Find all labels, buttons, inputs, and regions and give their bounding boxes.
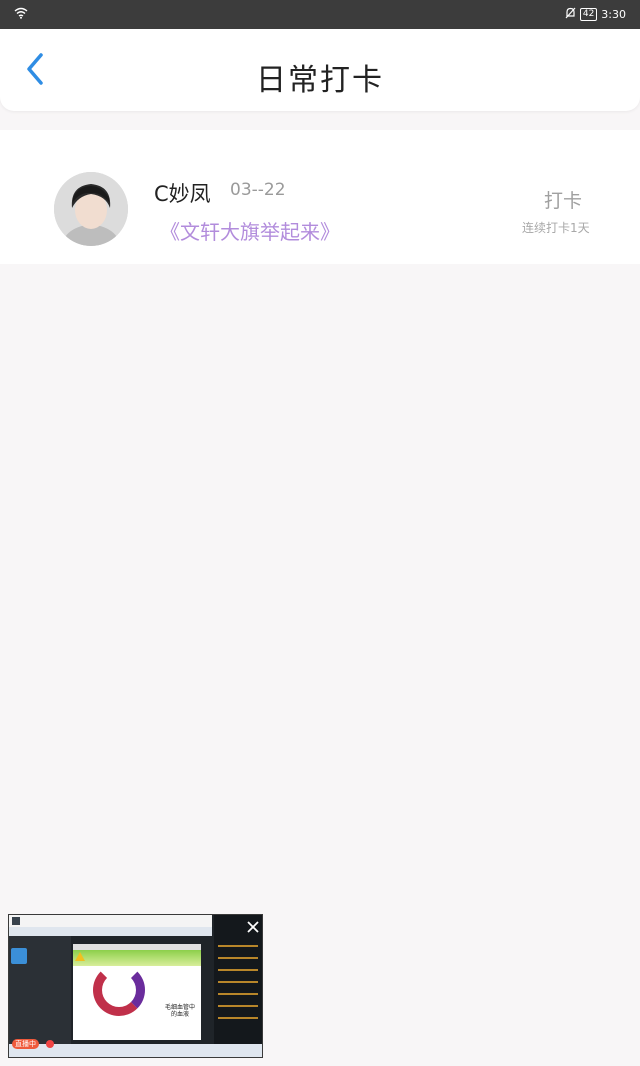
checkin-card[interactable]: C妙凤 03--22 《文轩大旗举起来》 打卡 连续打卡1天 — [0, 130, 640, 264]
post-date: 03--22 — [230, 180, 286, 200]
slide-caption: 毛细血管中的血液 — [165, 1004, 196, 1018]
live-stream-floating-window[interactable]: 毛细血管中的血液 直播中 — [8, 914, 263, 1058]
streak-label: 连续打卡1天 — [522, 221, 590, 235]
chat-line — [218, 981, 258, 983]
chat-line — [218, 969, 258, 971]
chat-line — [218, 945, 258, 947]
document-icon — [12, 917, 20, 925]
page-title: 日常打卡 — [256, 63, 384, 98]
warning-icon — [75, 952, 85, 961]
slide-diagram — [93, 964, 145, 1016]
chat-line — [218, 957, 258, 959]
chat-line — [218, 1005, 258, 1007]
status-right: 42 3:30 — [565, 7, 626, 22]
chat-line — [218, 1017, 258, 1019]
status-bar: 42 3:30 — [0, 0, 640, 29]
sidebar-button — [11, 948, 27, 964]
stream-titlebar — [9, 915, 212, 927]
app-header: 日常打卡 — [0, 29, 640, 111]
user-name[interactable]: C妙凤 — [154, 178, 211, 208]
stream-sidebar — [9, 936, 71, 1044]
checkin-button[interactable]: 打卡 — [544, 186, 582, 213]
live-badge: 直播中 — [12, 1039, 39, 1049]
slide-banner — [73, 950, 201, 966]
avatar[interactable] — [54, 172, 128, 246]
stream-slide: 毛细血管中的血液 — [73, 944, 201, 1040]
close-button[interactable] — [245, 919, 261, 935]
recording-dot — [46, 1040, 54, 1048]
bell-off-icon — [565, 7, 576, 22]
clock: 3:30 — [601, 8, 626, 21]
close-icon — [247, 918, 259, 937]
chat-line — [218, 993, 258, 995]
wifi-icon — [14, 7, 28, 22]
post-title[interactable]: 《文轩大旗举起来》 — [160, 216, 340, 245]
battery-icon: 42 — [579, 8, 598, 21]
stream-tabbar — [9, 927, 212, 936]
